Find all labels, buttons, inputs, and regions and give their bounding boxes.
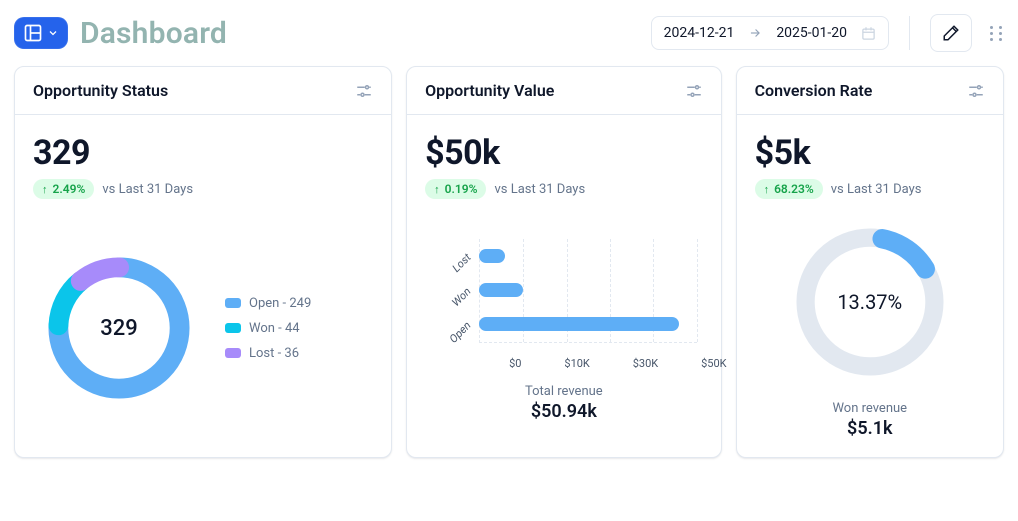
- panels-icon: [23, 23, 43, 43]
- edit-button[interactable]: [930, 14, 972, 52]
- value-bar-chart: Lost Won Open: [425, 235, 702, 355]
- pencil-icon: [942, 24, 960, 42]
- date-start: 2024-12-21: [664, 25, 735, 41]
- settings-sliders-icon[interactable]: [967, 82, 985, 100]
- settings-sliders-icon[interactable]: [355, 82, 373, 100]
- card-title: Opportunity Value: [425, 81, 554, 100]
- conversion-gauge: 13.37%: [785, 217, 955, 387]
- footer-value: $5.1k: [832, 418, 907, 439]
- footer-caption: Total revenue: [525, 384, 603, 399]
- delta-badge: ↑68.23%: [755, 179, 823, 199]
- swatch-won: [225, 323, 241, 333]
- status-donut-chart: 329: [39, 248, 199, 408]
- delta-badge: ↑2.49%: [33, 179, 94, 199]
- card-title: Opportunity Status: [33, 81, 168, 100]
- footer-caption: Won revenue: [832, 401, 907, 416]
- arrow-up-icon: ↑: [42, 183, 48, 196]
- card-title: Conversion Rate: [755, 81, 873, 100]
- card-opportunity-status: Opportunity Status 329 ↑2.49% vs Last 31…: [14, 66, 392, 458]
- swatch-open: [225, 298, 241, 308]
- metric-value: $50k: [425, 133, 702, 173]
- donut-center-value: 329: [39, 248, 199, 408]
- divider: [909, 16, 910, 50]
- compare-label: vs Last 31 Days: [102, 182, 193, 197]
- arrow-right-icon: [748, 26, 762, 40]
- footer-value: $50.94k: [525, 401, 603, 422]
- date-range-picker[interactable]: 2024-12-21 2025-01-20: [651, 16, 889, 50]
- card-conversion-rate: Conversion Rate $5k ↑68.23% vs Last 31 D…: [736, 66, 1004, 458]
- metric-value: $5k: [755, 133, 985, 173]
- x-axis-labels: $0 $10K $30K $50K: [509, 357, 726, 370]
- arrow-up-icon: ↑: [764, 183, 770, 196]
- delta-badge: ↑0.19%: [425, 179, 486, 199]
- date-end: 2025-01-20: [776, 25, 847, 41]
- layout-picker-button[interactable]: [14, 17, 68, 49]
- metric-value: 329: [33, 133, 373, 173]
- card-opportunity-value: Opportunity Value $50k ↑0.19% vs Last 31…: [406, 66, 721, 458]
- calendar-icon: [861, 26, 876, 41]
- swatch-lost: [225, 348, 241, 358]
- status-legend: Open - 249 Won - 44 Lost - 36: [225, 296, 311, 361]
- compare-label: vs Last 31 Days: [494, 182, 585, 197]
- chevron-down-icon: [47, 27, 59, 39]
- compare-label: vs Last 31 Days: [831, 182, 922, 197]
- drag-handle[interactable]: [990, 26, 1004, 41]
- page-title: Dashboard: [80, 16, 227, 51]
- settings-sliders-icon[interactable]: [685, 82, 703, 100]
- arrow-up-icon: ↑: [434, 183, 440, 196]
- gauge-center-value: 13.37%: [785, 217, 955, 387]
